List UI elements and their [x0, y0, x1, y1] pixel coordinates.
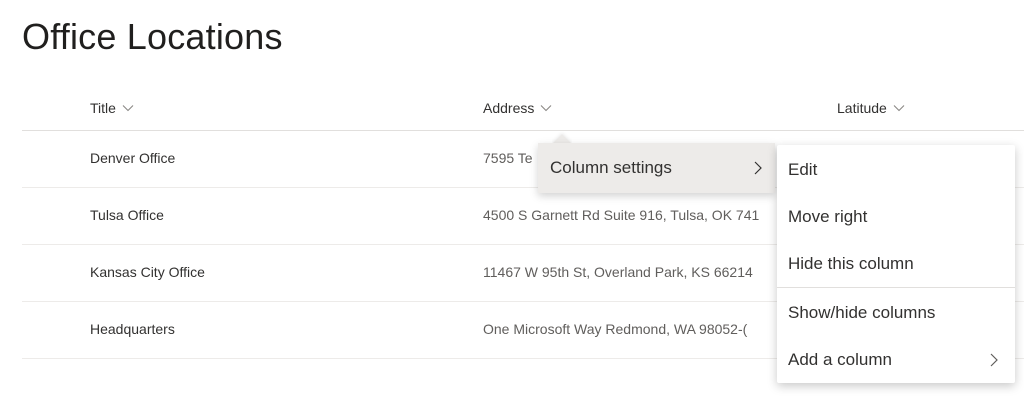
chevron-right-icon — [990, 353, 998, 367]
chevron-right-icon — [754, 161, 762, 175]
menu-item-label: Edit — [788, 160, 818, 179]
column-header-latitude[interactable]: Latitude — [837, 100, 905, 116]
cell-address: 4500 S Garnett Rd Suite 916, Tulsa, OK 7… — [483, 207, 760, 223]
column-settings-submenu: Edit Move right Hide this column Show/hi… — [777, 145, 1015, 383]
column-header-label: Latitude — [837, 100, 887, 116]
cell-address: 7595 Te — [483, 150, 533, 166]
cell-title[interactable]: Denver Office — [90, 150, 175, 166]
menu-item-move-right[interactable]: Move right — [777, 194, 1015, 240]
menu-item-label: Move right — [788, 207, 868, 226]
page-title: Office Locations — [22, 16, 283, 57]
cell-title[interactable]: Headquarters — [90, 321, 175, 337]
cell-address: 11467 W 95th St, Overland Park, KS 66214 — [483, 264, 753, 280]
cell-address: One Microsoft Way Redmond, WA 98052-( — [483, 321, 748, 337]
menu-item-hide-column[interactable]: Hide this column — [777, 241, 1015, 287]
cell-title[interactable]: Tulsa Office — [90, 207, 164, 223]
menu-item-edit[interactable]: Edit — [777, 147, 1015, 193]
menu-divider — [777, 287, 1015, 288]
column-settings-label: Column settings — [550, 158, 672, 177]
chevron-down-icon — [893, 105, 905, 112]
menu-item-add-column[interactable]: Add a column — [777, 337, 1015, 383]
menu-item-label: Hide this column — [788, 254, 914, 273]
column-header-address[interactable]: Address — [483, 100, 552, 116]
chevron-down-icon — [122, 105, 134, 112]
column-header-label: Title — [90, 100, 116, 116]
column-settings-menu-item[interactable]: Column settings — [538, 143, 775, 193]
cell-title[interactable]: Kansas City Office — [90, 264, 205, 280]
list-header: Title Address Latitude — [22, 88, 1024, 131]
column-header-label: Address — [483, 100, 535, 116]
menu-item-show-hide-columns[interactable]: Show/hide columns — [777, 290, 1015, 336]
menu-item-label: Show/hide columns — [788, 303, 936, 322]
column-header-title[interactable]: Title — [90, 100, 134, 116]
menu-item-label: Add a column — [788, 350, 892, 369]
chevron-down-icon — [540, 105, 552, 112]
